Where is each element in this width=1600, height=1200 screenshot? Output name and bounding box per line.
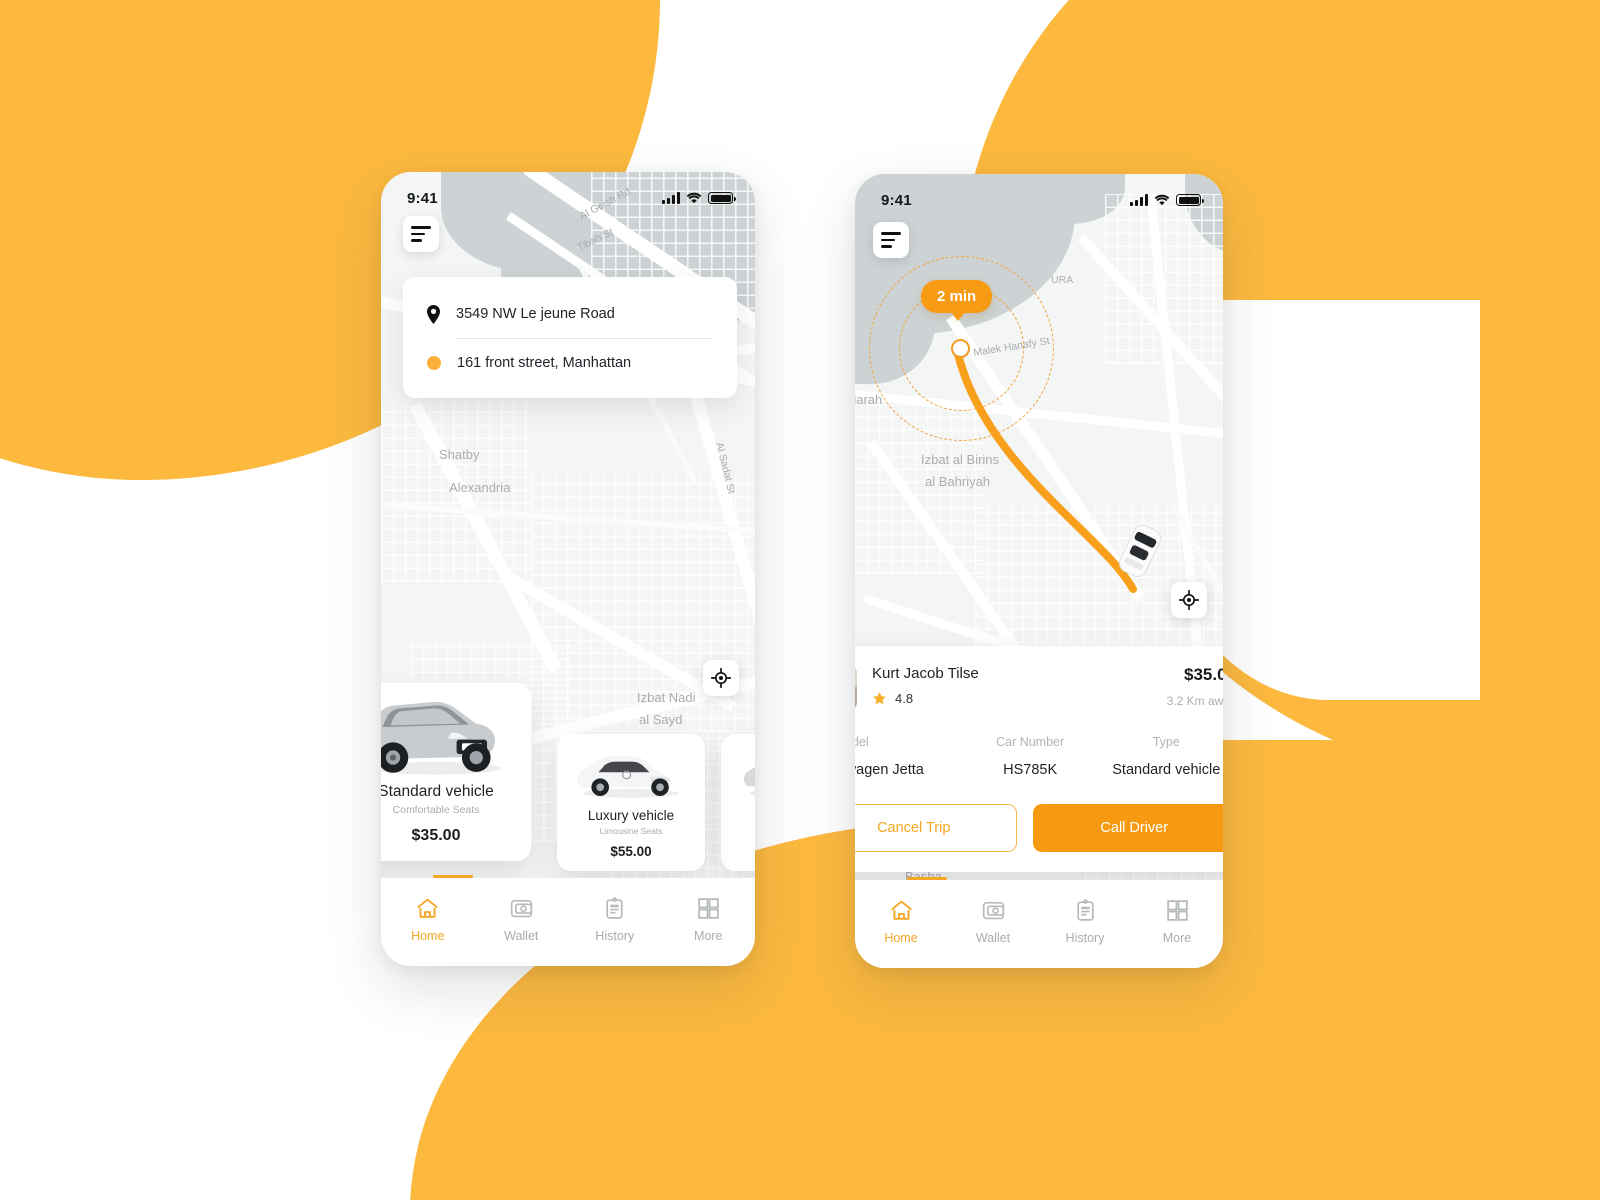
- cancel-trip-button[interactable]: Cancel Trip: [855, 804, 1017, 852]
- spec-value: Standard vehicle: [1112, 762, 1221, 778]
- vehicle-name: Standard vehicle: [381, 783, 494, 800]
- vehicle-options-strip[interactable]: Pre Lim $7 Luxury vehicle Limousine Seat…: [381, 656, 755, 871]
- driver-info-card: Kurt Jacob Tilse 4.8 $35.00 3.2 Km away …: [855, 646, 1223, 872]
- tab-label: History: [1065, 931, 1105, 945]
- tab-history[interactable]: History: [580, 896, 650, 943]
- home-icon: [417, 898, 438, 918]
- vehicle-price: $35.00: [411, 827, 461, 844]
- pickup-marker: [951, 339, 970, 358]
- map-label: Izbat al Birins: [921, 452, 1000, 467]
- map-label: al Bahriyah: [925, 474, 991, 489]
- bottom-tab-bar-left[interactable]: Home Wallet History More: [381, 875, 755, 966]
- tab-label: More: [1162, 931, 1192, 945]
- map-label: URA: [1051, 274, 1074, 286]
- suv-silver-image: [381, 701, 501, 775]
- tab-label: Wallet: [975, 931, 1011, 945]
- grid-more-icon: [1166, 900, 1188, 921]
- address-divider: [456, 338, 713, 339]
- wifi-icon: [1154, 194, 1170, 206]
- map-pin-icon: [427, 304, 440, 324]
- tab-wallet[interactable]: Wallet: [958, 898, 1028, 945]
- status-bar-right: 9:41: [855, 174, 1223, 214]
- avatar: [855, 665, 857, 711]
- tab-label: Home: [411, 929, 445, 943]
- tab-label: Wallet: [504, 929, 539, 943]
- vehicle-specs: Car Model Volkswagen Jetta Car Number HS…: [855, 735, 1223, 778]
- pickup-address-row[interactable]: 3549 NW Le jeune Road: [427, 299, 713, 329]
- vehicle-name: Pre: [729, 808, 755, 823]
- wallet-icon: [510, 899, 532, 918]
- signal-bars-icon: [662, 192, 680, 204]
- tab-wallet[interactable]: Wallet: [486, 896, 556, 943]
- driver-name: Kurt Jacob Tilse: [872, 665, 979, 682]
- sedan-silver-image: [743, 766, 755, 796]
- destination-address-row[interactable]: 161 front street, Manhattan: [427, 348, 713, 378]
- tab-label: Home: [884, 931, 918, 945]
- screenshot-canvas: Al Geish Rd Tibah St Shatby Alexandria A…: [0, 0, 1600, 1200]
- spec-car-model: Car Model Volkswagen Jetta: [855, 735, 964, 778]
- vehicle-card-selected[interactable]: Standard vehicle Comfortable Seats $35.0…: [381, 683, 531, 861]
- status-bar-left: 9:41: [381, 172, 755, 212]
- tab-more[interactable]: More: [1142, 898, 1212, 945]
- eta-badge: 2 min: [921, 280, 993, 321]
- wifi-icon: [686, 192, 702, 204]
- vehicle-seats: Comfortable Seats: [392, 804, 480, 816]
- vehicle-seats: Limousine Seats: [599, 826, 663, 836]
- wallet-icon: [982, 901, 1004, 920]
- spec-type: Type Standard vehicle: [1097, 735, 1223, 778]
- map-label: Shatby: [439, 447, 480, 462]
- hamburger-menu-icon[interactable]: [873, 222, 909, 258]
- spec-key: Car Number: [996, 735, 1065, 749]
- tab-history[interactable]: History: [1050, 898, 1120, 945]
- pickup-address-value: 3549 NW Le jeune Road: [456, 306, 615, 322]
- vehicle-card[interactable]: Luxury vehicle Limousine Seats $55.00: [557, 734, 705, 871]
- vehicle-price: $55.00: [610, 844, 652, 859]
- orange-dot-icon: [427, 356, 441, 370]
- clipboard-history-icon: [606, 897, 623, 919]
- status-time: 9:41: [881, 191, 912, 209]
- tab-label: More: [694, 929, 723, 943]
- phone-mockup-left: Al Geish Rd Tibah St Shatby Alexandria A…: [381, 172, 755, 966]
- spec-value: HS785K: [1003, 762, 1058, 778]
- background-decoration: [0, 0, 1600, 1200]
- status-time: 9:41: [407, 189, 438, 207]
- tab-more[interactable]: More: [673, 896, 743, 943]
- active-tab-indicator: [433, 875, 473, 878]
- grid-more-icon: [697, 898, 719, 919]
- crosshair-locate-icon[interactable]: [1171, 582, 1207, 618]
- spec-key: Car Model: [855, 735, 869, 749]
- signal-bars-icon: [1130, 194, 1148, 206]
- active-tab-indicator: [907, 877, 947, 880]
- map-label: darah: [855, 392, 883, 407]
- trip-price: $35.00: [1184, 665, 1223, 684]
- battery-icon: [1176, 194, 1204, 206]
- tab-label: History: [595, 929, 635, 943]
- spec-value: Volkswagen Jetta: [855, 762, 924, 778]
- car-marker-icon: [1118, 524, 1162, 578]
- hamburger-menu-icon[interactable]: [403, 216, 439, 252]
- spec-key: Type: [1152, 735, 1180, 749]
- phone-mockup-right: 2 min URA Malek Hanafy St darah Izbat al…: [855, 174, 1223, 968]
- home-icon: [890, 900, 912, 920]
- vehicle-name: Luxury vehicle: [587, 808, 675, 823]
- clipboard-history-icon: [1076, 899, 1094, 921]
- destination-address-value: 161 front street, Manhattan: [457, 355, 632, 371]
- tab-home[interactable]: Home: [393, 896, 463, 943]
- bottom-tab-bar-right[interactable]: Home Wallet History More: [855, 877, 1223, 968]
- vehicle-card[interactable]: Pre Lim $7: [721, 734, 755, 871]
- driver-rating: 4.8: [895, 691, 914, 706]
- vehicle-price: $7: [729, 844, 755, 859]
- vehicle-seats: Lim: [729, 826, 755, 836]
- battery-icon: [708, 192, 736, 204]
- spec-car-number: Car Number HS785K: [964, 735, 1097, 778]
- sedan-white-image: [577, 756, 679, 798]
- tab-home[interactable]: Home: [866, 898, 936, 945]
- call-driver-button[interactable]: Call Driver: [1032, 804, 1223, 852]
- map-label: Alexandria: [449, 480, 511, 495]
- trip-distance: 3.2 Km away: [1166, 694, 1223, 708]
- star-icon: [873, 692, 886, 705]
- address-card: 3549 NW Le jeune Road 161 front street, …: [403, 277, 737, 398]
